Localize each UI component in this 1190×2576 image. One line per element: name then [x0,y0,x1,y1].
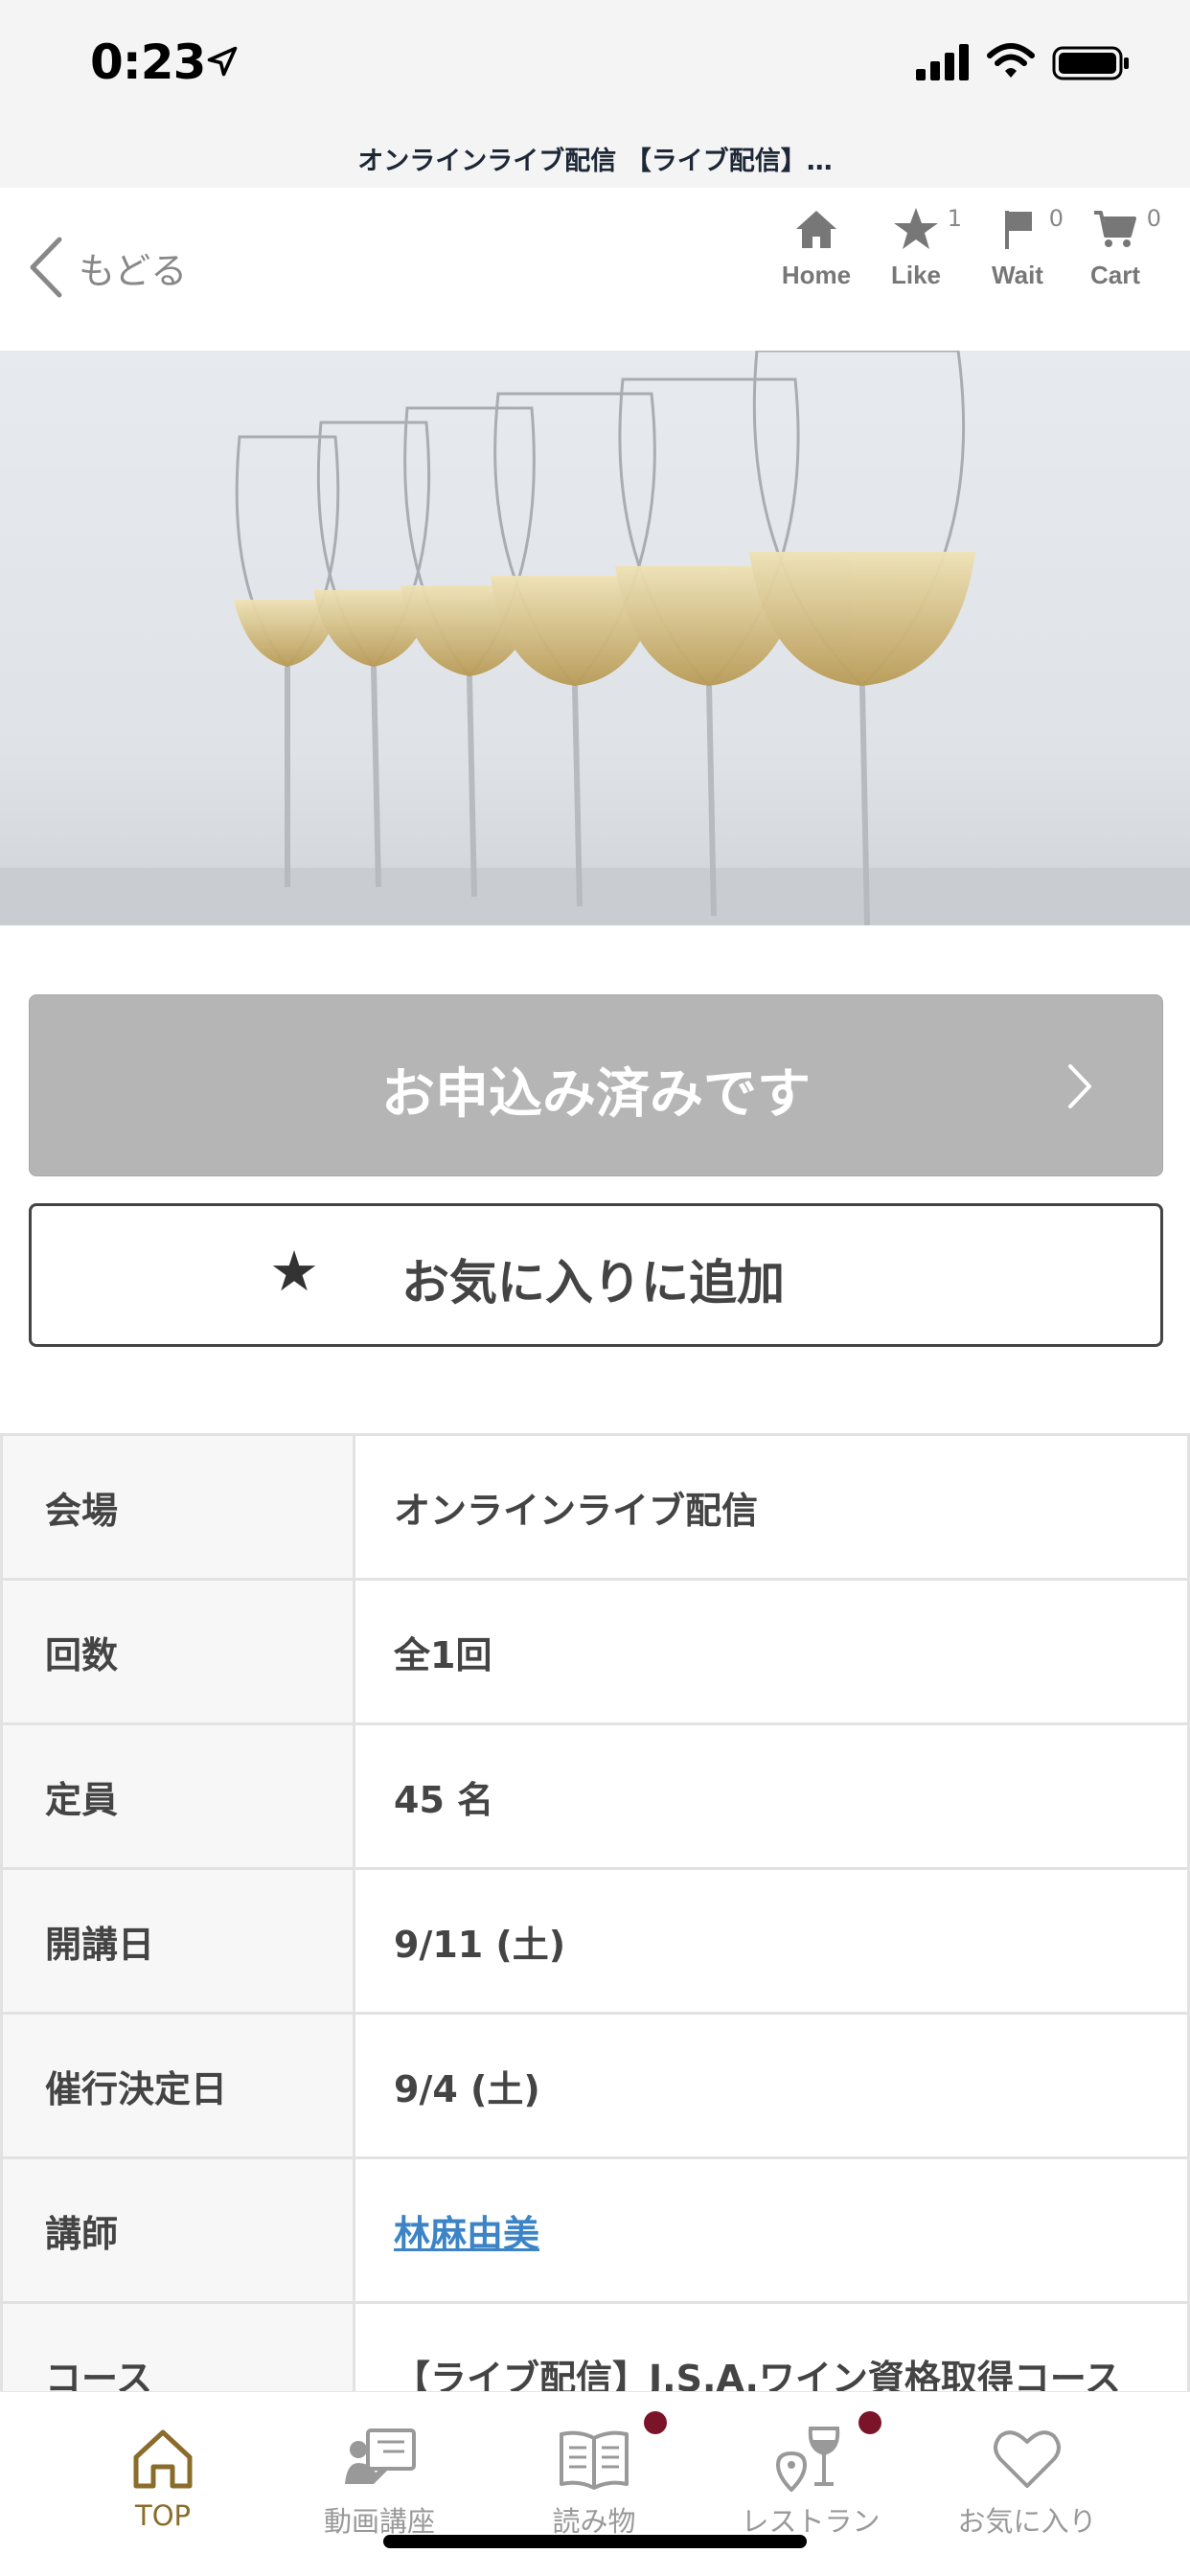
detail-value: 9/11 (土) [353,1867,1190,2015]
tab-top-label: TOP [134,2499,192,2532]
detail-value: 9/4 (土) [353,2012,1190,2159]
heart-icon [994,2430,1061,2488]
page-title: オンラインライブ配信 【ライブ配信】… [357,147,833,176]
video-lesson-icon [345,2428,416,2484]
restaurant-wine-icon [775,2427,840,2492]
add-favorite-button[interactable]: ★ お気に入りに追加 [29,1203,1163,1347]
nav-like[interactable]: Like 1 [868,205,964,290]
tab-restaurant[interactable]: レストラン [715,2425,906,2540]
detail-value: 45 名 [353,1722,1190,1870]
flag-icon [1005,211,1032,249]
tab-video-lessons[interactable]: 動画講座 [284,2425,475,2540]
tab-top[interactable]: TOP [67,2425,259,2532]
wait-count: 0 [1048,205,1064,232]
home-icon [796,211,836,248]
table-row: 講師 林麻由美 [0,2156,1190,2304]
home-indicator [383,2535,807,2548]
table-row: 回数 全1回 [0,1578,1190,1725]
table-row: 定員 45 名 [0,1722,1190,1870]
reading-badge [644,2411,667,2434]
wifi-icon [987,43,1035,78]
detail-key: 催行決定日 [0,2012,355,2159]
hero-image [0,351,1190,925]
detail-key: 定員 [0,1722,355,1870]
back-button[interactable]: もどる [27,224,187,310]
detail-key: 講師 [0,2156,355,2304]
wine-glasses-illustration [0,351,1190,925]
restaurant-badge [858,2411,881,2434]
tab-reading[interactable]: 読み物 [498,2425,690,2540]
nav-like-label: Like [890,261,942,289]
table-row: 開講日 9/11 (土) [0,1867,1190,2015]
detail-key: 会場 [0,1433,355,1581]
nav-wait-label: Wait [992,261,1043,289]
cart-count: 0 [1146,205,1161,232]
nav-wait[interactable]: Wait 0 [970,205,1065,290]
star-icon: ★ [269,1239,319,1304]
book-icon [560,2430,629,2490]
detail-value: 林麻由美 [353,2156,1190,2304]
header: もどる Home Like 1 Wait 0 Cart 0 [0,188,1190,351]
detail-value: 全1回 [353,1578,1190,1725]
status-bar: 0:23 [0,0,1190,134]
course-details-table: 会場 オンラインライブ配信 回数 全1回 定員 45 名 開講日 9/11 (土… [0,1433,1190,2449]
tab-reading-label: 読み物 [552,2505,636,2538]
detail-value: オンラインライブ配信 [353,1433,1190,1581]
table-row: 会場 オンラインライブ配信 [0,1433,1190,1581]
applied-button[interactable]: お申込み済みです [29,994,1163,1176]
nav-cart-label: Cart [1089,261,1140,289]
status-time: 0:23 [90,34,206,90]
url-bar[interactable]: オンラインライブ配信 【ライブ配信】… [0,134,1190,188]
tab-restaurant-label: レストラン [741,2505,881,2538]
bottom-tab-bar: TOP 動画講座 読み物 レストラン お気に入り [0,2391,1190,2576]
nav-home-label: Home [781,261,852,289]
detail-key: 開講日 [0,1867,355,2015]
star-icon [894,208,938,249]
cart-icon [1094,211,1136,247]
tab-favorites[interactable]: お気に入り [931,2425,1123,2540]
battery-icon [1052,46,1129,80]
like-count: 1 [947,205,962,232]
applied-button-label: お申込み済みです [381,1063,811,1126]
nav-cart[interactable]: Cart 0 [1067,205,1163,290]
tab-favorites-label: お気に入り [957,2505,1097,2538]
add-favorite-label: お気に入りに追加 [401,1255,785,1311]
home-icon [133,2429,193,2489]
instructor-link[interactable]: 林麻由美 [394,2213,539,2255]
tab-video-lessons-label: 動画講座 [323,2505,435,2538]
chevron-left-icon [30,237,62,298]
chevron-right-icon [1068,1064,1091,1108]
detail-key: 回数 [0,1578,355,1725]
signal-bars-icon [916,44,969,80]
location-arrow-icon [207,46,238,77]
back-label: もどる [79,249,188,292]
table-row: 催行決定日 9/4 (土) [0,2012,1190,2159]
nav-home[interactable]: Home [768,205,864,290]
